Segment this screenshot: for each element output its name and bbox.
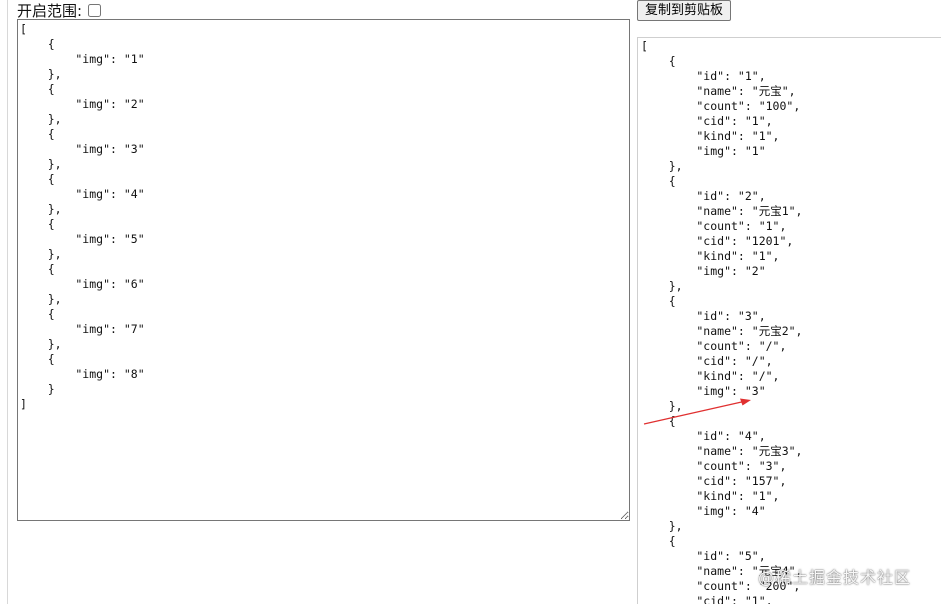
json-input-editor[interactable] [17, 19, 630, 521]
copy-to-clipboard-button[interactable]: 复制到剪贴板 [637, 0, 732, 21]
range-toggle-label: 开启范围: [17, 1, 83, 20]
json-output-pane[interactable]: [ { "id": "1", "name": "元宝", "count": "1… [637, 37, 941, 604]
annotation-arrow-icon [643, 398, 751, 425]
range-toggle[interactable]: 开启范围: [17, 0, 102, 20]
json-output-text: [ { "id": "1", "name": "元宝", "count": "1… [641, 39, 803, 604]
page-left-border [7, 0, 8, 604]
range-checkbox[interactable] [88, 3, 102, 17]
watermark: @稀土掘金技术社区 [758, 568, 912, 587]
